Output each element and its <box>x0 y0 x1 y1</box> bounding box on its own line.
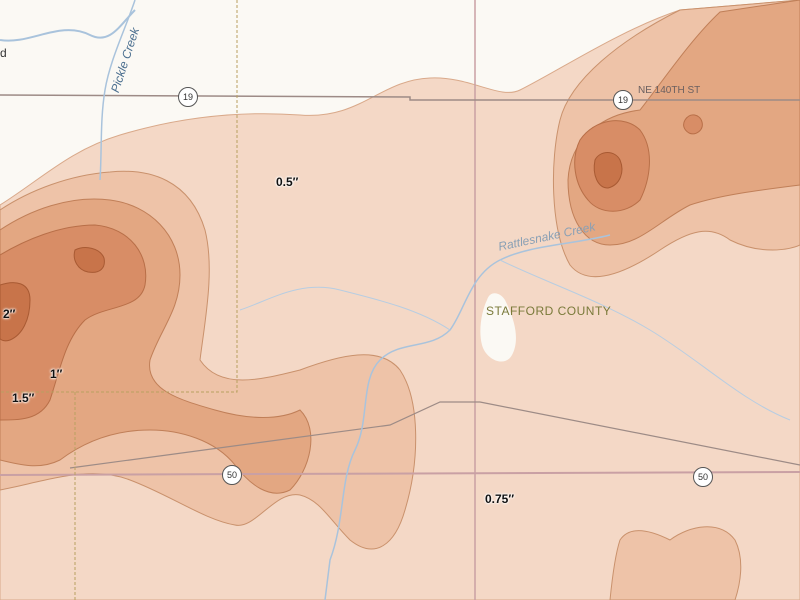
route-19-shield-east: 19 <box>613 90 633 110</box>
route-19-shield-west: 19 <box>178 87 198 107</box>
precipitation-map[interactable]: STAFFORD COUNTY Rattlesnake Creek Pickle… <box>0 0 800 600</box>
contour-label-1: 1″ <box>50 367 63 381</box>
us-50-shield-west: 50 <box>222 465 242 485</box>
us-50-shield-east: 50 <box>693 467 713 487</box>
precip-band-2-ne <box>593 152 623 189</box>
contour-label-0-75: 0.75″ <box>485 492 515 506</box>
street-label: NE 140TH ST <box>638 85 701 96</box>
corner-fragment: d <box>0 46 7 60</box>
contour-label-1-5: 1.5″ <box>12 391 35 405</box>
county-label: STAFFORD COUNTY <box>486 304 612 318</box>
contour-label-2: 2″ <box>3 307 16 321</box>
contour-label-0-5: 0.5″ <box>276 175 299 189</box>
precip-band-0-75-se <box>609 526 742 600</box>
precip-band-1-5-ne-small <box>683 114 703 135</box>
